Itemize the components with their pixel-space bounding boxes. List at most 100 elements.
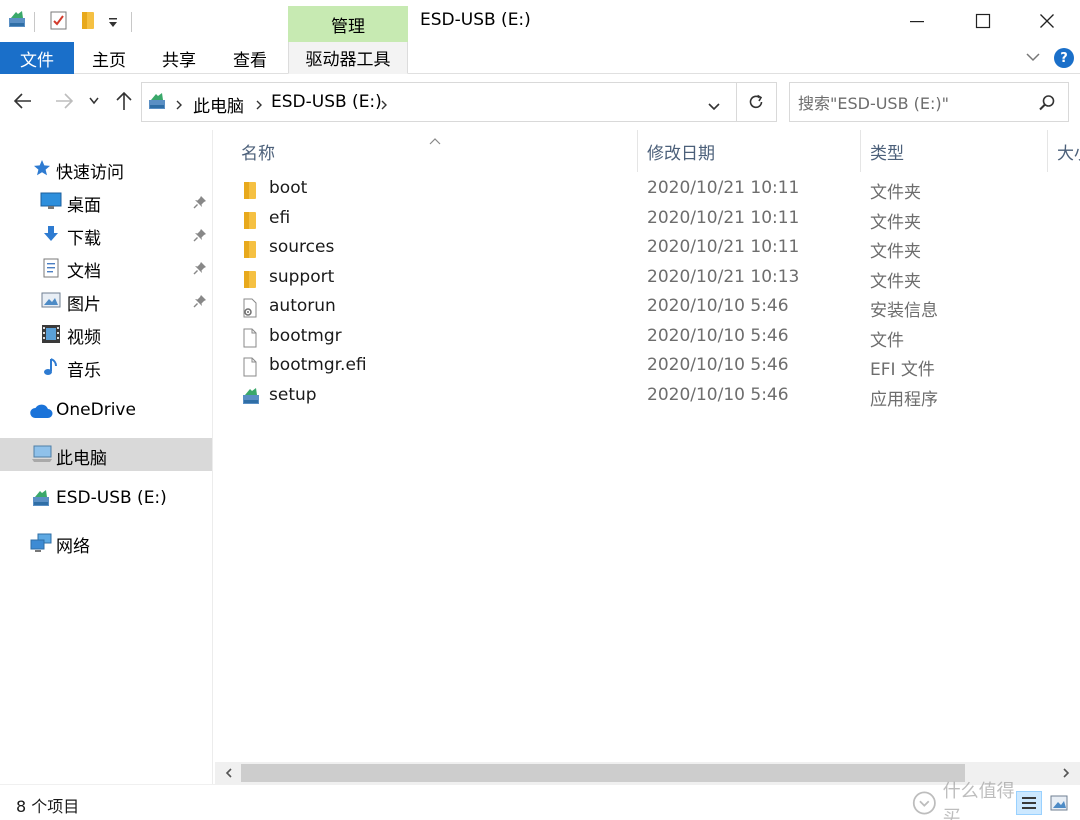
sidebar-item-documents[interactable]: 文档 bbox=[0, 251, 212, 284]
sidebar-item-label: 视频 bbox=[67, 328, 101, 348]
address-history-chevron-icon[interactable] bbox=[707, 97, 721, 117]
pin-icon[interactable] bbox=[193, 227, 207, 247]
up-arrow-icon bbox=[116, 91, 132, 110]
forward-button[interactable] bbox=[53, 90, 75, 112]
file-modified-date: 2020/10/21 10:11 bbox=[647, 237, 800, 257]
address-bar[interactable]: 此电脑 ESD-USB (E:) bbox=[141, 82, 777, 122]
minimize-button[interactable] bbox=[884, 0, 950, 42]
maximize-button[interactable] bbox=[950, 0, 1016, 42]
navigation-bar: 此电脑 ESD-USB (E:) bbox=[0, 74, 1080, 130]
sidebar-item-desktop[interactable]: 桌面 bbox=[0, 185, 212, 218]
minimize-icon bbox=[910, 21, 924, 23]
breadcrumb-drive[interactable]: ESD-USB (E:) bbox=[271, 92, 382, 112]
ribbon-tabs: 文件 主页 共享 查看 驱动器工具 ? bbox=[0, 42, 1080, 74]
column-divider[interactable] bbox=[637, 130, 638, 172]
file-row[interactable]: support 2020/10/21 10:13 文件夹 bbox=[215, 264, 1080, 293]
column-header-modified[interactable]: 修改日期 bbox=[647, 130, 715, 172]
scroll-right-icon[interactable] bbox=[1056, 766, 1076, 780]
sidebar-item-downloads[interactable]: 下载 bbox=[0, 218, 212, 251]
navigation-pane: 快速访问 桌面 下载 文档 图片 视频 音乐 OneDrive 此电脑 ESD-… bbox=[0, 130, 213, 784]
sidebar-item-this-pc[interactable]: 此电脑 bbox=[0, 438, 212, 471]
sidebar-item-pictures[interactable]: 图片 bbox=[0, 284, 212, 317]
details-view-button[interactable] bbox=[1016, 791, 1042, 815]
sidebar-item-drive[interactable]: ESD-USB (E:) bbox=[0, 482, 212, 515]
tab-share[interactable]: 共享 bbox=[148, 42, 210, 74]
search-input[interactable] bbox=[798, 91, 1033, 115]
address-divider bbox=[736, 83, 737, 121]
sidebar-item-quick-access[interactable]: 快速访问 bbox=[0, 152, 212, 185]
file-type: 文件 bbox=[870, 330, 904, 351]
folder-icon bbox=[242, 180, 258, 205]
folder-icon bbox=[242, 269, 258, 294]
sidebar-item-music[interactable]: 音乐 bbox=[0, 350, 212, 383]
breadcrumb-separator-icon[interactable] bbox=[379, 96, 389, 116]
pin-icon[interactable] bbox=[193, 293, 207, 313]
column-divider[interactable] bbox=[1047, 130, 1048, 172]
sidebar-item-label: 快速访问 bbox=[56, 163, 124, 183]
drive-icon bbox=[32, 489, 50, 512]
search-box[interactable] bbox=[789, 82, 1069, 122]
sidebar-item-videos[interactable]: 视频 bbox=[0, 317, 212, 350]
pin-icon[interactable] bbox=[193, 194, 207, 214]
file-row[interactable]: boot 2020/10/21 10:11 文件夹 bbox=[215, 175, 1080, 204]
large-icons-view-button[interactable] bbox=[1046, 791, 1072, 815]
details-view-icon bbox=[1022, 797, 1036, 809]
toolbar-divider bbox=[34, 12, 35, 32]
file-name: setup bbox=[269, 384, 317, 405]
scrollbar-thumb[interactable] bbox=[241, 764, 965, 782]
pin-icon[interactable] bbox=[193, 260, 207, 280]
up-button[interactable] bbox=[113, 90, 135, 112]
customize-toolbar-icon[interactable] bbox=[108, 14, 118, 34]
file-icon bbox=[242, 357, 258, 382]
file-type: 应用程序 bbox=[870, 389, 938, 410]
file-type: 文件夹 bbox=[870, 242, 921, 262]
column-header-size[interactable]: 大小 bbox=[1057, 130, 1080, 172]
file-row[interactable]: autorun 2020/10/10 5:46 安装信息 bbox=[215, 293, 1080, 322]
download-icon bbox=[42, 225, 60, 248]
video-icon bbox=[41, 324, 61, 349]
item-count: 8 个项目 bbox=[16, 797, 80, 816]
refresh-icon[interactable] bbox=[747, 93, 765, 116]
sidebar-item-onedrive[interactable]: OneDrive bbox=[0, 394, 212, 427]
help-icon[interactable]: ? bbox=[1054, 48, 1074, 68]
folder-icon bbox=[242, 210, 258, 235]
file-row[interactable]: bootmgr.efi 2020/10/10 5:46 EFI 文件 bbox=[215, 352, 1080, 381]
tab-home[interactable]: 主页 bbox=[78, 42, 140, 74]
column-header-name[interactable]: 名称 bbox=[241, 130, 275, 172]
back-button[interactable] bbox=[12, 90, 34, 112]
file-icon bbox=[242, 328, 258, 353]
file-name: bootmgr.efi bbox=[269, 355, 367, 375]
sidebar-item-label: 桌面 bbox=[67, 196, 101, 216]
file-type: EFI 文件 bbox=[870, 360, 935, 380]
scroll-left-icon[interactable] bbox=[219, 766, 239, 780]
properties-icon[interactable] bbox=[50, 10, 68, 35]
file-row[interactable]: bootmgr 2020/10/10 5:46 文件 bbox=[215, 323, 1080, 352]
forward-arrow-icon bbox=[56, 93, 74, 109]
breadcrumb-separator-icon[interactable] bbox=[174, 96, 184, 116]
drive-app-icon[interactable] bbox=[8, 10, 26, 33]
breadcrumb-this-pc[interactable]: 此电脑 bbox=[193, 92, 244, 117]
status-bar: 8 个项目 什么值得买 bbox=[0, 781, 1080, 820]
close-button[interactable] bbox=[1014, 0, 1080, 42]
column-divider[interactable] bbox=[860, 130, 861, 172]
tab-drive-tools[interactable]: 驱动器工具 bbox=[288, 42, 408, 74]
window-title: ESD-USB (E:) bbox=[420, 10, 531, 30]
file-row[interactable]: sources 2020/10/21 10:11 文件夹 bbox=[215, 234, 1080, 263]
file-name: efi bbox=[269, 207, 291, 228]
drive-location-icon bbox=[148, 92, 166, 115]
new-folder-icon[interactable] bbox=[80, 10, 96, 35]
title-bar: 管理 ESD-USB (E:) bbox=[0, 0, 1080, 42]
tab-file[interactable]: 文件 bbox=[0, 42, 74, 74]
file-name: bootmgr bbox=[269, 325, 342, 346]
column-header-type[interactable]: 类型 bbox=[870, 130, 904, 172]
search-icon[interactable] bbox=[1038, 94, 1056, 117]
file-row[interactable]: setup 2020/10/10 5:46 应用程序 bbox=[215, 382, 1080, 411]
breadcrumb-separator-icon[interactable] bbox=[254, 96, 264, 116]
tab-manage[interactable]: 管理 bbox=[288, 6, 408, 42]
sidebar-item-network[interactable]: 网络 bbox=[0, 526, 212, 559]
tab-view[interactable]: 查看 bbox=[219, 42, 281, 74]
recent-locations-button[interactable] bbox=[88, 96, 100, 106]
file-row[interactable]: efi 2020/10/21 10:11 文件夹 bbox=[215, 205, 1080, 234]
watermark-text: 什么值得买 bbox=[942, 781, 1015, 820]
expand-ribbon-icon[interactable] bbox=[1024, 48, 1042, 71]
